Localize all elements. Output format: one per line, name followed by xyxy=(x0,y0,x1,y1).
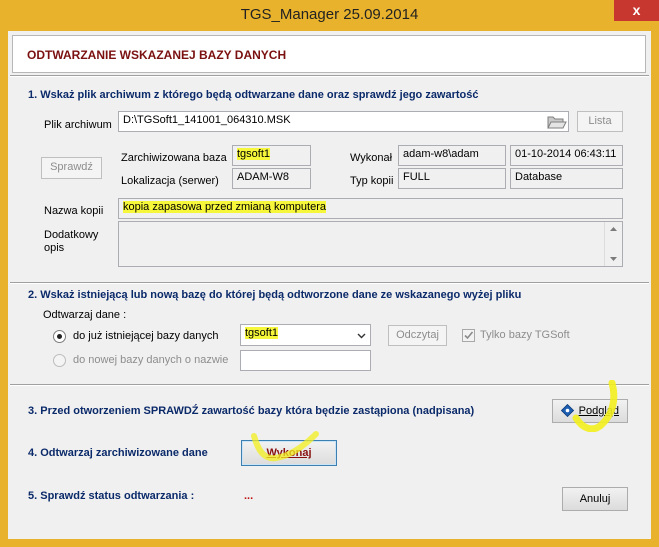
performed-by-field: adam-w8\adam xyxy=(398,145,506,166)
highlighter-mark-2 xyxy=(251,431,319,462)
list-button[interactable]: Lista xyxy=(577,111,623,132)
archived-db-label: Zarchiwizowana baza xyxy=(121,152,227,164)
section-divider-1 xyxy=(10,282,649,284)
copy-target-value: Database xyxy=(515,171,563,183)
radio-existing-db[interactable] xyxy=(53,330,66,343)
only-tgsoft-label: Tylko bazy TGSoft xyxy=(480,329,570,341)
cancel-button[interactable]: Anuluj xyxy=(562,487,628,511)
backup-datetime-field: 01-10-2014 06:43:11 xyxy=(510,145,623,166)
step2-heading: 2. Wskaż istniejącą lub nową bazę do któ… xyxy=(28,289,522,301)
archived-db-value: tgsoft1 xyxy=(237,148,271,160)
copy-target-field: Database xyxy=(510,168,623,189)
dialog-heading: ODTWARZANIE WSKAZANEJ BAZY DANYCH xyxy=(27,48,287,62)
new-db-name-input[interactable] xyxy=(240,350,371,371)
chevron-down-icon[interactable] xyxy=(353,325,370,345)
title-bar[interactable]: TGS_Manager 25.09.2014 x xyxy=(0,0,659,31)
performed-by-value: adam-w8\adam xyxy=(403,148,479,160)
radio-new-db[interactable] xyxy=(53,354,66,367)
archive-path-input[interactable]: D:\TGSoft1_141001_064310.MSK xyxy=(118,111,569,132)
description-scrollbar[interactable] xyxy=(604,222,621,266)
archive-label: Plik archiwum xyxy=(44,119,112,131)
location-value: ADAM-W8 xyxy=(237,171,289,183)
read-button[interactable]: Odczytaj xyxy=(388,325,447,346)
copy-name-field: kopia zapasowa przed zmianą komputera xyxy=(118,198,623,219)
archive-path-value: D:\TGSoft1_141001_064310.MSK xyxy=(123,114,291,126)
description-label-line2: opis xyxy=(44,242,65,254)
option-new-db-label: do nowej bazy danych o nazwie xyxy=(73,354,229,366)
existing-db-select[interactable]: tgsoft1 xyxy=(240,324,371,346)
highlighter-mark xyxy=(572,380,618,432)
archived-db-field: tgsoft1 xyxy=(232,145,311,166)
step3-heading: 3. Przed otworzeniem SPRAWDŹ zawartość b… xyxy=(28,405,475,417)
check-archive-button[interactable]: Sprawdź xyxy=(41,157,102,179)
step4-heading: 4. Odtwarzaj zarchiwizowane dane xyxy=(28,447,208,459)
copy-type-field: FULL xyxy=(398,168,506,189)
folder-open-icon[interactable] xyxy=(545,112,567,131)
description-textarea[interactable] xyxy=(118,221,623,267)
close-icon: x xyxy=(632,2,641,18)
option-existing-db-label: do już istniejącej bazy danych xyxy=(73,330,219,342)
close-button[interactable]: x xyxy=(614,0,659,21)
existing-db-value: tgsoft1 xyxy=(245,327,279,339)
step5-heading: 5. Sprawdź status odtwarzania : xyxy=(28,490,195,502)
restore-to-label: Odtwarzaj dane : xyxy=(43,309,127,321)
performed-by-label: Wykonał xyxy=(350,152,393,164)
backup-datetime-value: 01-10-2014 06:43:11 xyxy=(515,148,617,160)
section-divider-2 xyxy=(10,384,649,386)
header-divider xyxy=(10,75,649,77)
window-title: TGS_Manager 25.09.2014 xyxy=(240,6,419,23)
step1-heading: 1. Wskaż plik archiwum z którego będą od… xyxy=(28,89,479,101)
location-label: Lokalizacja (serwer) xyxy=(121,175,219,187)
only-tgsoft-checkbox[interactable] xyxy=(462,329,475,342)
description-label-line1: Dodatkowy xyxy=(44,229,99,241)
app-window: TGS_Manager 25.09.2014 x ODTWARZANIE WSK… xyxy=(0,0,659,547)
copy-type-label: Typ kopii xyxy=(350,175,394,187)
location-field: ADAM-W8 xyxy=(232,168,311,189)
copy-type-value: FULL xyxy=(403,171,430,183)
copy-name-value: kopia zapasowa przed zmianą komputera xyxy=(123,201,327,213)
copy-name-label: Nazwa kopii xyxy=(44,205,104,217)
restore-status: ... xyxy=(244,490,254,502)
